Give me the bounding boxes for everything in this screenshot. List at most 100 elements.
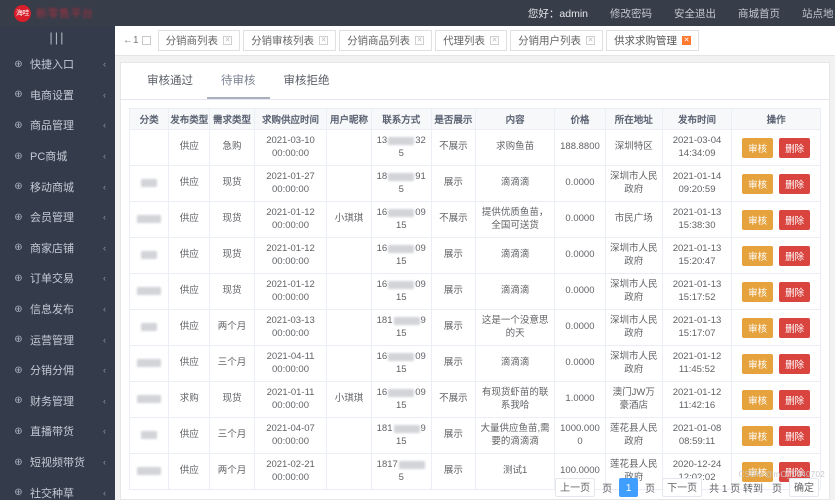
close-icon[interactable]: ✕	[319, 36, 329, 45]
close-icon[interactable]: ✕	[490, 36, 500, 45]
audit-button[interactable]: 审核	[742, 245, 774, 266]
close-icon[interactable]: ✕	[586, 36, 596, 45]
cell-actions: 审核 删除	[731, 129, 821, 166]
table-row: 供应 三个月 2021-04-07 00:00:00 181 915 展示 大量供应鱼苗,需…	[128, 417, 821, 454]
site-map-link[interactable]: 站点地	[791, 6, 833, 21]
cell-address: 深圳特区	[604, 129, 663, 166]
mall-home-link[interactable]: 商城首页	[727, 6, 791, 21]
tab-nav-back[interactable]: ←1	[119, 31, 158, 51]
tab-pending-review[interactable]: 待审核	[207, 63, 270, 99]
table-row: 求购 现货 2021-01-11 00:00:00 小琪琪 16 0915 不展示 有现货虾苗…	[128, 381, 821, 418]
cell-supply-time: 2021-04-11 00:00:00	[253, 345, 328, 382]
col-demand-type: 需求类型	[209, 108, 255, 130]
sidebar-item-merchant-store[interactable]: ⊕ 商家店铺 ‹	[0, 233, 115, 264]
sidebar-item-distribution-commission[interactable]: ⊕ 分销分佣 ‹	[0, 355, 115, 386]
tab-distribution-user-list[interactable]: 分销用户列表 ✕	[510, 30, 604, 51]
menu-icon: ⊕	[14, 272, 23, 284]
cell-supply-time: 2021-01-12 00:00:00	[253, 201, 328, 238]
tab-rejected[interactable]: 审核拒绝	[270, 63, 344, 99]
sidebar-item-info-publish[interactable]: ⊕ 信息发布 ‹	[0, 294, 115, 325]
tab-distributor-list[interactable]: 分销商列表 ✕	[157, 30, 241, 51]
close-icon[interactable]: ✕	[415, 36, 425, 45]
cell-display: 展示	[430, 345, 477, 382]
chevron-right-icon: ‹	[103, 334, 106, 345]
cell-demand-type: 现货	[209, 237, 255, 274]
delete-button[interactable]: 删除	[779, 317, 811, 338]
pagination-go-button[interactable]: 确定	[789, 478, 819, 497]
cell-demand-type: 三个月	[209, 345, 255, 382]
close-icon[interactable]: ✕	[682, 36, 692, 45]
cell-nickname: 小琪琪	[326, 381, 372, 418]
close-icon[interactable]: ✕	[223, 36, 233, 45]
audit-button[interactable]: 审核	[742, 281, 774, 302]
delete-button[interactable]: 删除	[779, 137, 811, 158]
delete-button[interactable]: 删除	[779, 281, 811, 302]
cell-category	[128, 417, 170, 454]
sidebar-item-order-transaction[interactable]: ⊕ 订单交易 ‹	[0, 263, 115, 294]
audit-button[interactable]: 审核	[742, 137, 774, 158]
pagination-page-1[interactable]: 1	[619, 478, 639, 497]
sidebar-item-product-management[interactable]: ⊕ 商品管理 ‹	[0, 110, 115, 141]
cell-publish-type: 求购	[168, 381, 211, 418]
cell-nickname: 小琪琪	[326, 201, 372, 238]
change-password-link[interactable]: 修改密码	[599, 6, 663, 21]
table-row: 供应 现货 2021-01-12 00:00:00 16 0915 展示 滴滴滴 0.0000…	[128, 273, 821, 310]
delete-button[interactable]: 删除	[779, 173, 811, 194]
chevron-right-icon: ‹	[103, 212, 106, 223]
menu-icon: ⊕	[14, 456, 23, 468]
sidebar-collapse-toggle-icon[interactable]: |||	[0, 26, 115, 49]
cell-address: 深圳市人民政府	[604, 165, 663, 202]
tab-approved[interactable]: 审核通过	[133, 63, 207, 99]
sidebar-item-mobile-mall[interactable]: ⊕ 移动商城 ‹	[0, 171, 115, 202]
pagination-prev[interactable]: 上一页	[555, 478, 596, 497]
delete-button[interactable]: 删除	[779, 389, 811, 410]
delete-button[interactable]: 删除	[779, 245, 811, 266]
cell-nickname	[326, 345, 372, 382]
tab-supply-demand-management[interactable]: 供求求购管理 ✕	[606, 30, 700, 51]
pagination-next[interactable]: 下一页	[662, 478, 703, 497]
chevron-right-icon: ‹	[103, 151, 106, 162]
sidebar-item-finance-management[interactable]: ⊕ 财务管理 ‹	[0, 386, 115, 417]
sidebar-item-pc-mall[interactable]: ⊕ PC商城 ‹	[0, 141, 115, 172]
redacted-phone	[388, 244, 415, 253]
audit-button[interactable]: 审核	[742, 353, 774, 374]
audit-button[interactable]: 审核	[742, 389, 774, 410]
redacted-value	[137, 394, 162, 403]
delete-button[interactable]: 删除	[779, 353, 811, 374]
pagination-page-unit: 页	[772, 484, 782, 495]
cell-contact: 181 915	[370, 309, 432, 346]
audit-button[interactable]: 审核	[742, 425, 774, 446]
delete-button[interactable]: 删除	[779, 209, 811, 230]
content-card: 审核通过 待审核 审核拒绝 分类 发布类型 需求类型 求购供应时间 用户昵称 联…	[120, 62, 830, 500]
cell-display: 不展示	[430, 129, 477, 166]
sidebar-item-quick-entry[interactable]: ⊕ 快捷入口 ‹	[0, 49, 115, 80]
cell-demand-type: 现货	[209, 273, 255, 310]
cell-display: 展示	[430, 309, 477, 346]
audit-button[interactable]: 审核	[742, 317, 774, 338]
tab-agent-list[interactable]: 代理列表 ✕	[435, 30, 508, 51]
sidebar-item-social-seeding[interactable]: ⊕ 社交种草 ‹	[0, 477, 115, 500]
sidebar-item-member-management[interactable]: ⊕ 会员管理 ‹	[0, 202, 115, 233]
cell-publish-time: 2021-01-12 11:42:16	[661, 381, 733, 418]
audit-button[interactable]: 审核	[742, 173, 774, 194]
tab-distribution-product-list[interactable]: 分销商品列表 ✕	[339, 30, 433, 51]
sidebar-item-live-commerce[interactable]: ⊕ 直播带货 ‹	[0, 416, 115, 447]
audit-button[interactable]: 审核	[742, 209, 774, 230]
sidebar-item-short-video-commerce[interactable]: ⊕ 短视频带货 ‹	[0, 447, 115, 478]
cell-price: 0.0000	[554, 273, 606, 310]
cell-publish-time: 2021-01-13 15:20:47	[661, 237, 733, 274]
delete-button[interactable]: 删除	[779, 425, 811, 446]
brand-logo[interactable]: 海哇 新零售平台	[0, 0, 115, 26]
sidebar-item-ecommerce-settings[interactable]: ⊕ 电商设置 ‹	[0, 80, 115, 111]
cell-contact: 18175	[370, 453, 432, 490]
cell-contact: 18 915	[370, 165, 432, 202]
sidebar-item-label: 商家店铺	[30, 242, 74, 255]
safe-logout-link[interactable]: 安全退出	[663, 6, 727, 21]
cell-display: 展示	[430, 453, 477, 490]
cell-address: 深圳市人民政府	[604, 345, 663, 382]
header-links: 您好：admin 修改密码 安全退出 商城首页 站点地	[517, 6, 835, 21]
tab-distribution-audit-list[interactable]: 分销审核列表 ✕	[243, 30, 337, 51]
cell-category	[128, 201, 170, 238]
tab-nav-square-icon	[141, 36, 151, 45]
sidebar-item-operation-management[interactable]: ⊕ 运营管理 ‹	[0, 324, 115, 355]
